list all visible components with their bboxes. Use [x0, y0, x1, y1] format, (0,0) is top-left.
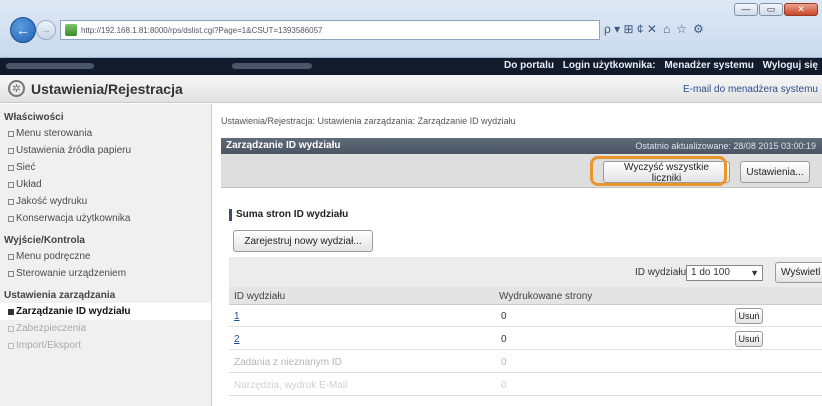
sidebar-group-properties: Właściwości: [4, 112, 64, 123]
arrow-left-icon: ←: [16, 22, 30, 38]
sidebar-group-output: Wyjście/Kontrola: [4, 235, 85, 246]
window-controls: — ▭ ✕: [734, 3, 818, 16]
delete-button[interactable]: Usuń: [735, 308, 763, 324]
table-row: 1 0 Usuń: [229, 305, 822, 327]
breadcrumb: Ustawienia/Rejestracja: Ustawienia zarzą…: [221, 116, 516, 126]
sidebar-item-print-quality[interactable]: Jakość wydruku: [0, 193, 211, 210]
mail-admin-link[interactable]: E-mail do menadżera systemu: [683, 84, 818, 95]
panel-title: Zarządzanie ID wydziału: [226, 140, 341, 151]
panel-header: Zarządzanie ID wydziału Ostatnio aktuali…: [221, 138, 822, 154]
select-value: 1 do 100: [691, 267, 730, 278]
main-content: Ustawienia/Rejestracja: Ustawienia zarzą…: [213, 104, 822, 406]
printed-pages: 0: [501, 357, 507, 368]
top-bar: Do portalu Login użytkownika: Menadżer s…: [0, 58, 822, 75]
sidebar-item-security[interactable]: Zabezpieczenia: [0, 320, 211, 337]
highlight-outline: [590, 156, 727, 186]
arrow-right-icon: →: [40, 24, 52, 36]
sidebar-item-utility-menu[interactable]: Menu podręczne: [0, 248, 211, 265]
printed-pages: 0: [501, 334, 507, 345]
tools-email-print-label: Narzędzia, wydruk E-Mail: [234, 380, 348, 391]
top-links: Do portalu Login użytkownika: Menadżer s…: [498, 60, 818, 71]
sidebar: Właściwości Menu sterowania Ustawienia ź…: [0, 104, 212, 406]
section-title: Suma stron ID wydziału: [229, 209, 348, 221]
action-bar: Wyczyść wszystkie liczniki Ustawienia...: [221, 154, 822, 188]
star-icon[interactable]: ☆: [676, 22, 687, 36]
department-id-range-select[interactable]: 1 do 100 ▼: [686, 265, 763, 281]
department-id-link[interactable]: 1: [234, 311, 240, 322]
settings-gear-icon: ✲: [8, 80, 25, 97]
table-row: Narzędzia, wydruk E-Mail 0: [229, 374, 822, 396]
chevron-down-icon: ▼: [750, 268, 759, 278]
column-header-id: ID wydziału: [234, 291, 286, 302]
close-window-button[interactable]: ✕: [784, 3, 818, 16]
sidebar-item-network[interactable]: Sieć: [0, 159, 211, 176]
portal-link[interactable]: Do portalu: [504, 60, 554, 71]
address-bar-tools: ρ ▾ ⊞ ¢ ✕ ⌂ ☆ ⚙: [604, 22, 704, 36]
unknown-id-jobs-label: Zadania z nieznanym ID: [234, 357, 342, 368]
column-header-pages: Wydrukowane strony: [499, 291, 593, 302]
register-department-button[interactable]: Zarejestruj nowy wydział...: [233, 230, 373, 252]
sidebar-item-layout[interactable]: Układ: [0, 176, 211, 193]
printed-pages: 0: [501, 311, 507, 322]
table-header: ID wydziału Wydrukowane strony: [229, 287, 822, 305]
user-role: Menadżer systemu: [664, 60, 754, 71]
table-row: Zadania z nieznanym ID 0: [229, 351, 822, 373]
gear-tools-icon[interactable]: ⚙: [693, 22, 704, 36]
search-refresh-tools[interactable]: ρ ▾ ⊞ ¢ ✕: [604, 22, 657, 36]
login-user-label: Login użytkownika:: [562, 60, 656, 71]
sidebar-item-control-menu[interactable]: Menu sterowania: [0, 125, 211, 142]
url-text: http://192.168.1.81:8000/rps/dslist.cgi?…: [81, 25, 323, 35]
printed-pages: 0: [501, 380, 507, 391]
page-title: Ustawienia/Rejestracja: [31, 81, 183, 97]
logout-link[interactable]: Wyloguj się: [763, 60, 818, 71]
filter-bar: ID wydziału: 1 do 100 ▼ Wyświetl: [229, 257, 822, 287]
settings-button[interactable]: Ustawienia...: [740, 161, 810, 183]
table-row: 2 0 Usuń: [229, 328, 822, 350]
department-id-link[interactable]: 2: [234, 334, 240, 345]
home-icon[interactable]: ⌂: [663, 22, 670, 36]
browser-chrome: — ▭ ✕ ← → http://192.168.1.81:8000/rps/d…: [0, 0, 822, 58]
last-updated: Ostatnio aktualizowane: 28/08 2015 03:00…: [635, 141, 816, 151]
sidebar-group-management: Ustawienia zarządzania: [4, 290, 116, 301]
site-icon: [65, 24, 77, 36]
maximize-button[interactable]: ▭: [759, 3, 783, 16]
forward-button[interactable]: →: [36, 20, 56, 40]
show-button[interactable]: Wyświetl: [775, 262, 822, 283]
page-header: ✲ Ustawienia/Rejestracja E-mail do menad…: [0, 75, 822, 103]
department-id-filter-label: ID wydziału:: [635, 267, 689, 278]
address-bar[interactable]: http://192.168.1.81:8000/rps/dslist.cgi?…: [60, 20, 600, 40]
sidebar-item-paper-source[interactable]: Ustawienia źródła papieru: [0, 142, 211, 159]
blurred-device-info: [232, 63, 312, 69]
delete-button[interactable]: Usuń: [735, 331, 763, 347]
sidebar-item-user-maintenance[interactable]: Konserwacja użytkownika: [0, 210, 211, 227]
minimize-button[interactable]: —: [734, 3, 758, 16]
back-button[interactable]: ←: [10, 17, 36, 43]
sidebar-item-device-control[interactable]: Sterowanie urządzeniem: [0, 265, 211, 282]
sidebar-item-department-id[interactable]: Zarządzanie ID wydziału: [0, 303, 211, 320]
sidebar-item-import-export[interactable]: Import/Eksport: [0, 337, 211, 354]
blurred-device-name: [6, 63, 94, 69]
